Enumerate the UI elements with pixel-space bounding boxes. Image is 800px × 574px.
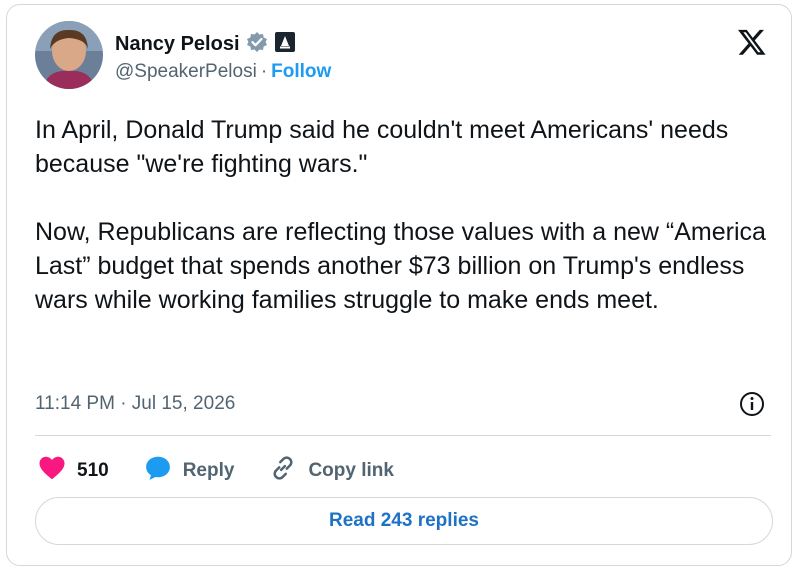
author-name[interactable]: Nancy Pelosi	[115, 33, 240, 56]
copy-link-label: Copy link	[308, 460, 394, 481]
copy-link-button[interactable]: Copy link	[268, 453, 394, 489]
action-bar: 510 Reply Copy link	[37, 453, 394, 489]
info-icon[interactable]	[737, 389, 767, 419]
reply-button[interactable]: Reply	[143, 453, 235, 489]
tweet-paragraph: In April, Donald Trump said he couldn't …	[35, 116, 729, 178]
like-count: 510	[77, 460, 109, 481]
avatar[interactable]	[35, 21, 103, 89]
link-icon	[268, 453, 298, 489]
divider	[35, 435, 771, 436]
reply-bubble-icon	[143, 453, 173, 489]
handle-separator: ·	[260, 61, 268, 82]
tweet-card: Nancy Pelosi @SpeakerPelosi · Follow In …	[6, 4, 792, 566]
author-handle[interactable]: @SpeakerPelosi	[115, 61, 257, 83]
read-replies-button[interactable]: Read 243 replies	[35, 497, 773, 545]
x-logo-icon[interactable]	[737, 27, 767, 57]
verified-badge-icon	[246, 31, 268, 58]
government-affiliation-icon	[274, 31, 296, 58]
like-button[interactable]: 510	[37, 453, 109, 489]
tweet-paragraph: Now, Republicans are reflecting those va…	[35, 218, 766, 314]
tweet-timestamp[interactable]: 11:14 PM · Jul 15, 2026	[35, 393, 235, 415]
reply-label: Reply	[182, 460, 235, 481]
tweet-text: In April, Donald Trump said he couldn't …	[35, 113, 775, 317]
heart-icon	[37, 453, 67, 489]
follow-button[interactable]: Follow	[271, 61, 331, 83]
